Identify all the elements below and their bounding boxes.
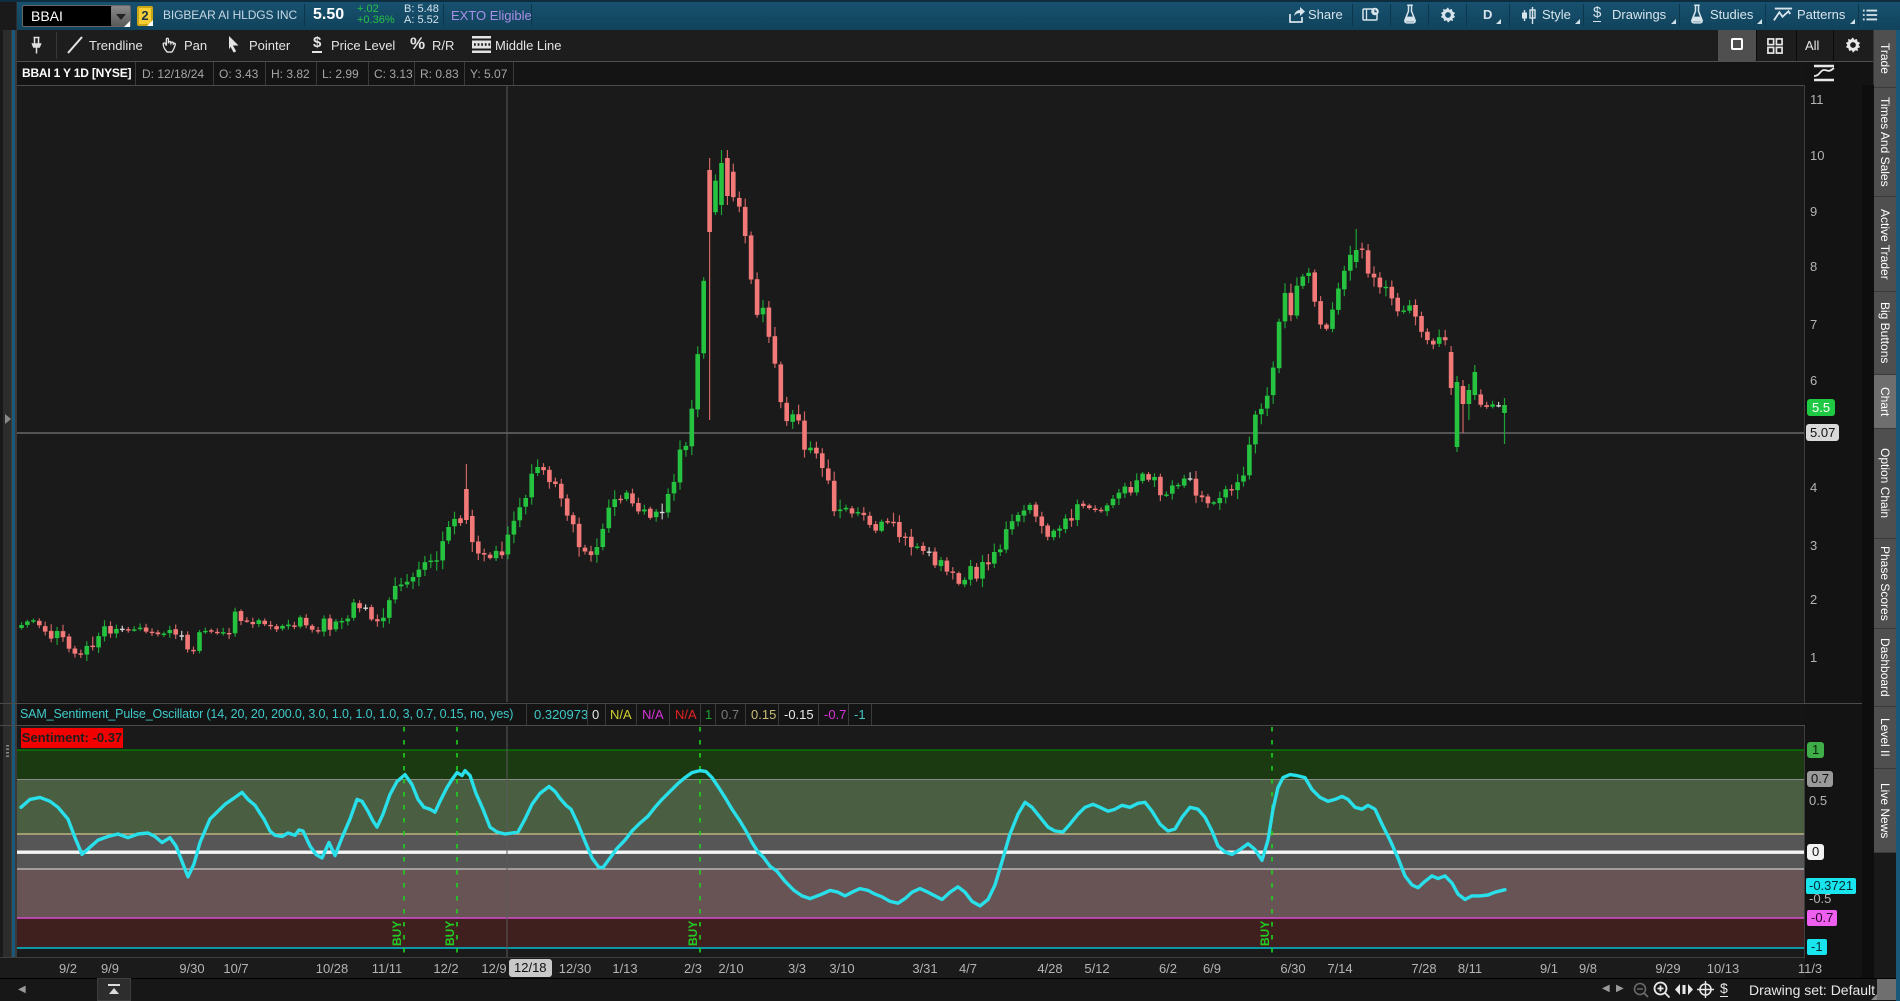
svg-text:BUY: BUY <box>1258 921 1272 946</box>
svg-text:BUY: BUY <box>390 921 404 946</box>
svg-text:BUY: BUY <box>443 921 457 946</box>
svg-text:BUY: BUY <box>686 921 700 946</box>
